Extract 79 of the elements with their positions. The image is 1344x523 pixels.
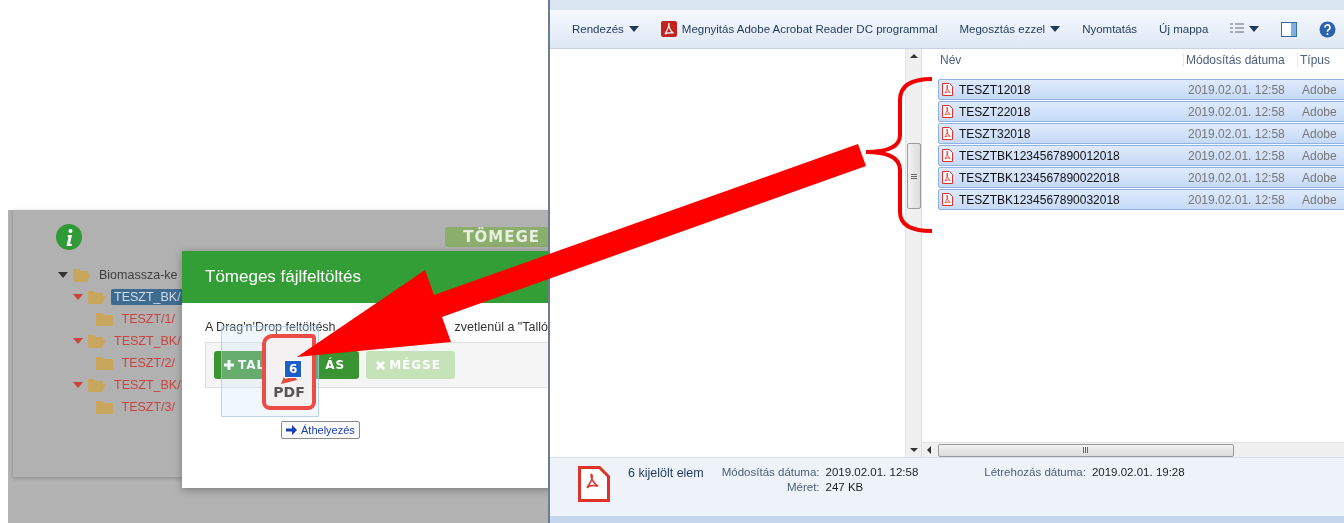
scrollbar-thumb[interactable] bbox=[938, 443, 1234, 457]
detail-value: 2019.02.01. 19:28 bbox=[1091, 466, 1185, 478]
file-row[interactable]: TESZTBK1234567890012018 2019.02.01. 12:58 Adobe bbox=[938, 145, 1344, 166]
file-type: Adobe bbox=[1301, 104, 1338, 119]
acrobat-icon bbox=[660, 21, 677, 37]
toolbar-button[interactable]: Megnyitás Adobe Acrobat Reader DC programmal bbox=[660, 21, 938, 37]
grip-icon bbox=[910, 173, 917, 179]
dropdown-caret-icon bbox=[1249, 26, 1260, 32]
modified-date: 2019.02.01. 12:58 bbox=[1187, 170, 1286, 185]
file-type: Adobe bbox=[1301, 148, 1338, 163]
file-row[interactable]: TESZT22018 2019.02.01. 12:58 Adobe bbox=[938, 101, 1344, 122]
modified-date: 2019.02.01. 12:58 bbox=[1187, 192, 1286, 207]
file-row[interactable]: TESZTBK1234567890032018 2019.02.01. 12:58 Adobe bbox=[938, 189, 1344, 210]
pdf-file-icon bbox=[942, 83, 953, 96]
modified-date: 2019.02.01. 12:58 bbox=[1187, 126, 1286, 141]
file-type: Adobe bbox=[1301, 170, 1338, 185]
expand-caret-icon[interactable] bbox=[58, 272, 68, 278]
plus-icon bbox=[224, 360, 234, 370]
toolbar-button[interactable]: Megosztás ezzel bbox=[959, 23, 1061, 35]
file-type: Adobe bbox=[1301, 126, 1338, 141]
folder-icon bbox=[88, 290, 106, 304]
dialog-title: Tömeges fájlfeltöltés bbox=[205, 267, 361, 287]
selection-summary: 6 kijelölt elem bbox=[628, 466, 704, 480]
file-name: TESZT22018 bbox=[959, 104, 1031, 119]
column-header[interactable]: Módosítás dátuma bbox=[1184, 53, 1298, 67]
pdf-file-icon bbox=[578, 466, 610, 502]
tree-item[interactable]: Biomassza-ke bbox=[96, 267, 181, 283]
folder-icon bbox=[95, 400, 114, 414]
count-badge: 6 bbox=[284, 359, 303, 378]
file-name: TESZT12018 bbox=[959, 82, 1031, 97]
detail-label: Létrehozás dátuma: bbox=[984, 466, 1086, 478]
folder-icon bbox=[95, 312, 114, 326]
tooltip-text: Áthelyezés bbox=[301, 424, 355, 436]
detail-value: 2019.02.01. 12:58 bbox=[825, 466, 919, 478]
preview-pane-icon[interactable] bbox=[1281, 21, 1298, 37]
file-row[interactable]: TESZT32018 2019.02.01. 12:58 Adobe bbox=[938, 123, 1344, 144]
toolbar-button[interactable]: Rendezés bbox=[572, 23, 639, 35]
dropdown-caret-icon bbox=[1050, 26, 1061, 32]
file-type: Adobe bbox=[1301, 192, 1338, 207]
file-name: TESZT32018 bbox=[959, 126, 1031, 141]
tree-item[interactable]: TESZT_BK/ bbox=[111, 289, 184, 305]
pdf-file-icon bbox=[942, 171, 953, 184]
folder-icon bbox=[88, 378, 106, 392]
info-icon bbox=[56, 224, 82, 250]
detail-label: Méret: bbox=[785, 481, 820, 493]
pdf-file-icon bbox=[942, 149, 953, 162]
dropdown-caret-icon bbox=[628, 26, 639, 32]
column-header[interactable]: Név bbox=[938, 53, 1184, 67]
column-header[interactable]: Típus bbox=[1298, 53, 1344, 67]
modified-date: 2019.02.01. 12:58 bbox=[1187, 148, 1286, 163]
modified-date: 2019.02.01. 12:58 bbox=[1187, 104, 1286, 119]
list-view-icon bbox=[1230, 23, 1245, 35]
detail-value: 247 KB bbox=[825, 481, 865, 493]
pdf-file-icon bbox=[942, 105, 953, 118]
pdf-file-icon bbox=[942, 127, 953, 140]
close-icon bbox=[376, 360, 386, 370]
folder-icon bbox=[95, 356, 114, 370]
file-type-label: PDF bbox=[273, 383, 305, 400]
modified-date: 2019.02.01. 12:58 bbox=[1187, 82, 1286, 97]
arrow-right-icon bbox=[286, 425, 297, 435]
toolbar-button[interactable]: Nyomtatás bbox=[1082, 23, 1138, 35]
file-row[interactable]: TESZTBK1234567890022018 2019.02.01. 12:58 Adobe bbox=[938, 167, 1344, 188]
instruction-text: zvetlenül a "Talló bbox=[454, 320, 548, 334]
file-type: Adobe bbox=[1301, 82, 1338, 97]
pdf-file-icon bbox=[942, 193, 953, 206]
help-icon[interactable] bbox=[1319, 20, 1337, 38]
file-name: TESZTBK1234567890032018 bbox=[959, 192, 1120, 207]
grip-icon bbox=[1083, 447, 1089, 453]
scroll-left-icon[interactable] bbox=[926, 446, 932, 454]
file-row[interactable]: TESZT12018 2019.02.01. 12:58 Adobe bbox=[938, 79, 1344, 100]
detail-label: Módosítás dátuma: bbox=[721, 466, 820, 478]
view-options-button[interactable] bbox=[1230, 23, 1260, 35]
instruction-text: A Drag'n'Drop feltöltésh bbox=[205, 320, 336, 334]
file-name: TESZTBK1234567890022018 bbox=[959, 170, 1120, 185]
scrollbar-thumb[interactable] bbox=[906, 143, 921, 209]
folder-icon bbox=[73, 268, 91, 282]
toolbar-button[interactable]: Új mappa bbox=[1159, 23, 1209, 35]
file-name: TESZTBK1234567890012018 bbox=[959, 148, 1120, 163]
folder-icon bbox=[88, 334, 106, 348]
